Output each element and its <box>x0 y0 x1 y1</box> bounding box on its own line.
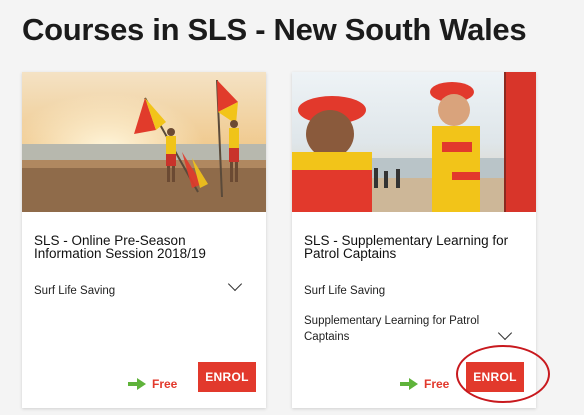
price-tag: Free <box>128 375 177 393</box>
price-tag: Free <box>400 375 449 393</box>
chevron-down-icon[interactable] <box>227 276 243 292</box>
course-provider: Surf Life Saving <box>34 285 116 297</box>
highlight-circle <box>456 345 550 403</box>
course-title[interactable]: SLS - Supplementary Learning for Patrol … <box>304 234 514 261</box>
course-provider: Surf Life Saving <box>304 285 386 297</box>
beach-flags-image <box>22 72 266 212</box>
enrol-button[interactable]: ENROL <box>198 362 256 392</box>
course-card[interactable]: SLS - Online Pre-Season Information Sess… <box>22 72 266 408</box>
course-description: Supplementary Learning for Patrol Captai… <box>304 315 480 343</box>
price-label: Free <box>424 377 450 391</box>
arrow-right-icon <box>400 378 418 390</box>
course-title[interactable]: SLS - Online Pre-Season Information Sess… <box>34 234 244 261</box>
price-label: Free <box>152 377 178 391</box>
lifeguards-image <box>292 72 536 212</box>
chevron-down-icon[interactable] <box>497 325 513 341</box>
page-title: Courses in SLS - New South Wales <box>22 12 527 47</box>
arrow-right-icon <box>128 378 146 390</box>
